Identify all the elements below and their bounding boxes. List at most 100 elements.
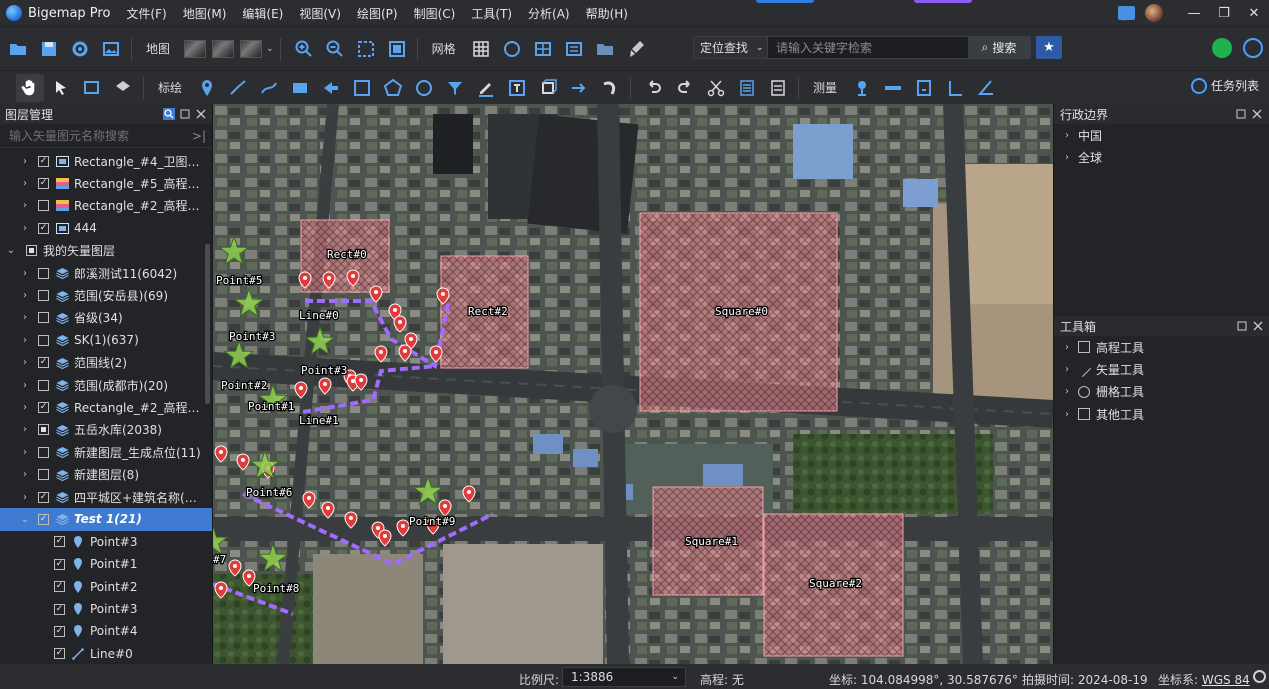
menu-map[interactable]: 地图(M) — [183, 5, 227, 22]
layer-visibility-checkbox[interactable] — [38, 200, 49, 212]
basemap-thumbnail-1[interactable] — [184, 39, 207, 58]
chevron-right-icon[interactable]: › — [20, 268, 30, 279]
point-marker-icon[interactable] — [193, 74, 221, 102]
layer-row[interactable]: › 省级(34) — [0, 307, 212, 329]
layer-visibility-checkbox[interactable] — [38, 469, 49, 481]
menu-cartography[interactable]: 制图(C) — [414, 5, 456, 22]
search-button[interactable]: ⌕ 搜索 — [968, 37, 1030, 58]
folder-icon[interactable] — [591, 35, 619, 63]
zoom-extent-icon[interactable] — [352, 35, 380, 63]
search-input[interactable] — [768, 37, 968, 58]
toolbox-item-vector[interactable]: › 矢量工具 — [1054, 358, 1269, 380]
menu-view[interactable]: 视图(V) — [299, 5, 341, 22]
map-canvas[interactable]: Rect#0 Rect#2 Square#0 Square#1 Square#2… — [213, 104, 1053, 664]
layer-search-field[interactable]: 输入矢量图元名称搜索 >| — [0, 124, 212, 148]
measure-angle-icon[interactable] — [972, 74, 1000, 102]
layer-visibility-checkbox[interactable]: ✓ — [54, 536, 65, 548]
select-arrow-icon[interactable] — [47, 74, 75, 102]
settings-gear-icon[interactable] — [66, 35, 94, 63]
layer-visibility-checkbox[interactable]: ✓ — [38, 155, 49, 167]
chevron-right-icon[interactable]: › — [20, 357, 30, 368]
layer-visibility-checkbox[interactable]: ✓ — [38, 357, 49, 369]
collapse-icon[interactable]: >| — [192, 129, 206, 143]
measure-distance-icon[interactable] — [879, 74, 907, 102]
chevron-right-icon[interactable]: › — [20, 178, 30, 189]
layer-row[interactable]: ✓ Point#3 — [0, 531, 212, 553]
picture-select-icon[interactable] — [78, 74, 106, 102]
settings-gear-icon[interactable] — [1253, 670, 1266, 683]
basemap-thumbnail-2[interactable] — [212, 39, 235, 58]
crs-link[interactable]: WGS 84 — [1202, 673, 1250, 687]
measure-height-icon[interactable] — [941, 74, 969, 102]
float-panel-icon[interactable] — [1236, 320, 1248, 332]
layer-row[interactable]: ✓ Point#2 — [0, 575, 212, 597]
extrude-icon[interactable] — [534, 74, 562, 102]
close-icon[interactable] — [1252, 320, 1264, 332]
basemap-thumbnail-3[interactable] — [240, 39, 263, 58]
chevron-right-icon[interactable]: › — [20, 312, 30, 323]
measure-point-icon[interactable] — [848, 74, 876, 102]
layer-row[interactable]: › 范围(安岳县)(69) — [0, 284, 212, 306]
square-icon[interactable] — [348, 74, 376, 102]
layer-row[interactable]: › 新建图层_生成点位(11) — [0, 441, 212, 463]
layer-visibility-checkbox[interactable] — [38, 424, 49, 436]
favorites-star-button[interactable]: ★ — [1036, 36, 1062, 59]
layer-row[interactable]: › ✓ Rectangle_#2_高程33_... — [0, 396, 212, 418]
layer-visibility-checkbox[interactable]: ✓ — [54, 603, 65, 615]
redo-icon[interactable] — [671, 74, 699, 102]
layer-visibility-checkbox[interactable] — [38, 312, 49, 324]
layer-row[interactable]: › ✓ 四平城区+建筑名称(97... — [0, 486, 212, 508]
restore-button[interactable]: ❐ — [1209, 0, 1239, 26]
qq-icon[interactable] — [1243, 38, 1263, 58]
scale-select[interactable]: 1:3886 ⌄ — [562, 667, 686, 687]
chevron-right-icon[interactable]: › — [20, 424, 30, 435]
close-button[interactable]: ✕ — [1239, 0, 1269, 26]
top-accent-tab[interactable] — [914, 0, 972, 3]
grid-cells-icon[interactable] — [529, 35, 557, 63]
arrow-right-icon[interactable] — [565, 74, 593, 102]
layer-row[interactable]: › Rectangle_#2_高程33_... — [0, 195, 212, 217]
zoom-out-icon[interactable] — [321, 35, 349, 63]
menu-analysis[interactable]: 分析(A) — [528, 5, 570, 22]
layer-row[interactable]: › 郎溪测试11(6042) — [0, 262, 212, 284]
chevron-down-icon[interactable]: ⌄ — [266, 44, 274, 54]
layer-row[interactable]: ✓ Point#4 — [0, 620, 212, 642]
layer-visibility-checkbox[interactable]: ✓ — [38, 178, 49, 190]
layer-row[interactable]: › ✓ Rectangle_#4_卫图_Le... — [0, 150, 212, 172]
layer-row[interactable]: ⌄ 我的矢量图层 — [0, 240, 212, 262]
menu-edit[interactable]: 编辑(E) — [242, 5, 283, 22]
scissors-icon[interactable] — [702, 74, 730, 102]
layer-row[interactable]: › ✓ Rectangle_#5_高程_Le... — [0, 172, 212, 194]
layer-select-icon[interactable] — [109, 74, 137, 102]
layer-row[interactable]: › 新建图层(8) — [0, 463, 212, 485]
layer-visibility-checkbox[interactable]: ✓ — [54, 558, 65, 570]
chevron-right-icon[interactable]: › — [20, 380, 30, 391]
layer-visibility-checkbox[interactable]: ✓ — [54, 625, 65, 637]
chevron-right-icon[interactable]: › — [20, 156, 30, 167]
top-accent-tab[interactable] — [756, 0, 814, 3]
locate-mode-select[interactable]: 定位查找 ⌄ — [694, 37, 768, 58]
full-extent-icon[interactable] — [383, 35, 411, 63]
pen-style-icon[interactable] — [472, 74, 500, 102]
toolbox-item-raster[interactable]: › 栅格工具 — [1054, 381, 1269, 403]
undo-icon[interactable] — [640, 74, 668, 102]
layer-row[interactable]: › 五岳水库(2038) — [0, 419, 212, 441]
layer-visibility-checkbox[interactable]: ✓ — [38, 401, 49, 413]
funnel-icon[interactable] — [441, 74, 469, 102]
layer-visibility-checkbox[interactable]: ✓ — [38, 491, 49, 503]
layer-row[interactable]: ✓ Point#1 — [0, 553, 212, 575]
pan-hand-icon[interactable] — [16, 73, 44, 102]
layer-visibility-checkbox[interactable] — [38, 267, 49, 279]
arrow-shape-icon[interactable] — [317, 74, 345, 102]
layer-visibility-checkbox[interactable] — [38, 290, 49, 302]
float-panel-icon[interactable] — [1235, 108, 1247, 120]
measure-area-icon[interactable] — [910, 74, 938, 102]
menu-tools[interactable]: 工具(T) — [471, 5, 512, 22]
menu-draw[interactable]: 绘图(P) — [357, 5, 398, 22]
chevron-right-icon[interactable]: › — [20, 223, 30, 234]
pentagon-icon[interactable] — [379, 74, 407, 102]
text-tool-icon[interactable] — [503, 74, 531, 102]
polyline-icon[interactable] — [224, 74, 252, 102]
curved-arrow-icon[interactable] — [596, 74, 624, 102]
chevron-right-icon[interactable]: › — [20, 335, 30, 346]
